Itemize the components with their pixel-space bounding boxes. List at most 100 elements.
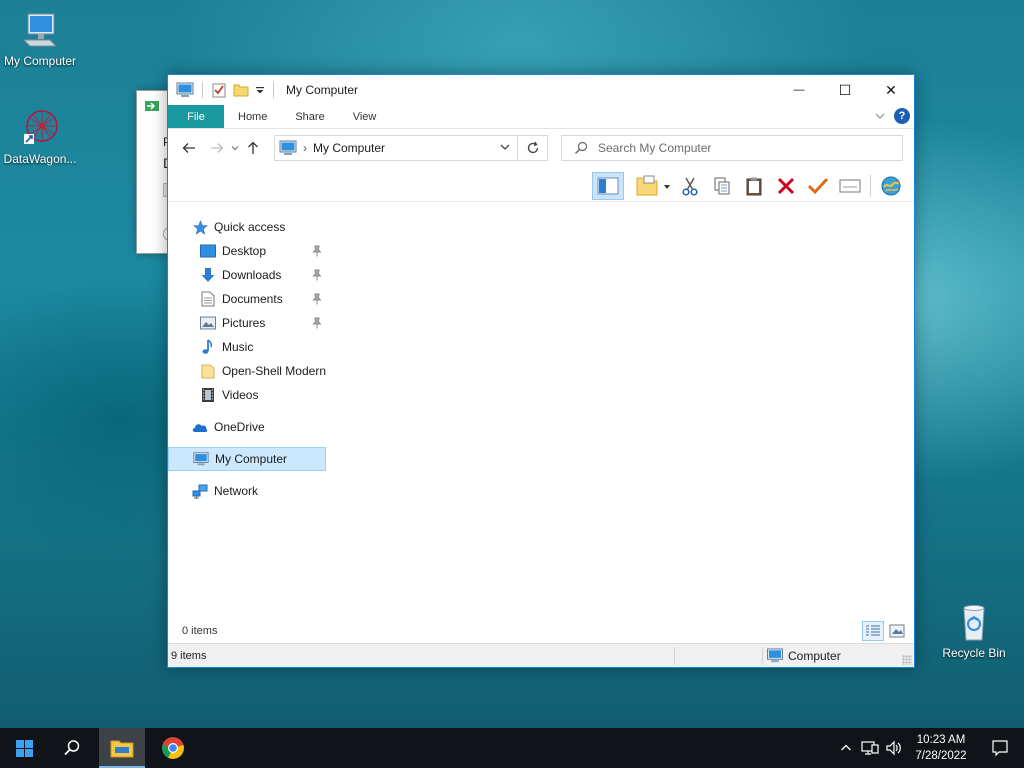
nav-item-label: Music bbox=[222, 340, 254, 354]
nav-item-videos[interactable]: Videos bbox=[168, 383, 326, 407]
recycle-bin-icon bbox=[963, 605, 985, 641]
nav-item-label: Documents bbox=[222, 292, 283, 306]
large-icons-view-button[interactable] bbox=[886, 621, 908, 641]
tab-home[interactable]: Home bbox=[224, 105, 281, 128]
nav-item-music[interactable]: Music bbox=[168, 335, 326, 359]
document-icon bbox=[201, 291, 215, 307]
nav-onedrive[interactable]: OneDrive bbox=[168, 415, 326, 439]
ribbon-tabs: File Home Share View ? bbox=[168, 105, 914, 129]
taskbar-chrome[interactable] bbox=[149, 728, 197, 768]
taskbar-file-explorer[interactable] bbox=[99, 728, 145, 768]
chrome-icon bbox=[162, 737, 184, 759]
clock-time: 10:23 AM bbox=[916, 734, 966, 746]
content-items-count: 0 items bbox=[182, 625, 218, 637]
details-view-icon bbox=[866, 625, 880, 636]
quick-access-toolbar bbox=[176, 82, 276, 98]
back-arrow-icon bbox=[182, 143, 195, 153]
nav-network[interactable]: Network bbox=[168, 479, 326, 503]
details-view-button[interactable] bbox=[862, 621, 884, 641]
new-folder-menu-button[interactable] bbox=[632, 172, 674, 200]
minimize-button[interactable]: — bbox=[776, 75, 822, 105]
nav-item-documents[interactable]: Documents bbox=[168, 287, 326, 311]
nav-quick-access[interactable]: Quick access bbox=[168, 215, 326, 239]
breadcrumb-separator[interactable]: › bbox=[303, 141, 307, 155]
breadcrumb-location[interactable]: My Computer bbox=[313, 141, 385, 155]
desktop-icon-my-computer[interactable]: My Computer bbox=[0, 10, 80, 68]
folder-icon bbox=[201, 364, 215, 379]
tab-share[interactable]: Share bbox=[281, 105, 338, 128]
volume-tray-button[interactable] bbox=[882, 728, 906, 768]
pin-icon[interactable] bbox=[312, 317, 322, 329]
download-arrow-icon bbox=[201, 268, 215, 282]
forward-button[interactable] bbox=[206, 137, 228, 159]
search-box[interactable] bbox=[561, 135, 903, 161]
large-icons-view-icon bbox=[889, 624, 905, 638]
desktop-icon-label: Recycle Bin bbox=[942, 646, 1006, 660]
close-button[interactable]: ✕ bbox=[868, 75, 914, 105]
search-icon bbox=[64, 740, 80, 756]
nav-item-label: Open-Shell Modern bbox=[221, 364, 326, 378]
network-tray-button[interactable] bbox=[858, 728, 882, 768]
clipboard-icon bbox=[746, 177, 762, 196]
address-dropdown-icon[interactable] bbox=[499, 140, 511, 154]
address-bar[interactable]: › My Computer bbox=[274, 135, 518, 161]
maximize-button[interactable]: ☐ bbox=[822, 75, 868, 105]
pin-icon[interactable] bbox=[312, 293, 322, 305]
desktop-icon-datawagon[interactable]: DataWagon... bbox=[0, 108, 80, 166]
pin-icon[interactable] bbox=[312, 245, 322, 257]
address-row: › My Computer bbox=[168, 129, 914, 167]
nav-item-desktop[interactable]: Desktop bbox=[168, 239, 326, 263]
nav-item-open-shell-modern[interactable]: Open-Shell Modern bbox=[168, 359, 326, 383]
help-icon[interactable]: ? bbox=[894, 108, 910, 124]
customize-dropdown-icon[interactable] bbox=[255, 82, 265, 98]
speaker-icon bbox=[886, 740, 901, 756]
forward-arrow-icon bbox=[211, 143, 224, 153]
properties-button[interactable] bbox=[802, 172, 834, 200]
clock[interactable]: 10:23 AM 7/28/2022 bbox=[906, 732, 976, 764]
delete-button[interactable] bbox=[770, 172, 802, 200]
clock-date: 7/28/2022 bbox=[915, 750, 967, 762]
copy-button[interactable] bbox=[706, 172, 738, 200]
checkmark-icon bbox=[807, 177, 829, 195]
pin-icon[interactable] bbox=[312, 269, 322, 281]
taskbar-search-button[interactable] bbox=[48, 728, 96, 768]
internet-options-button[interactable] bbox=[875, 172, 907, 200]
file-explorer-window[interactable]: My Computer — ☐ ✕ File Home Share View ? bbox=[167, 74, 915, 668]
up-button[interactable] bbox=[242, 137, 264, 159]
resize-grip[interactable] bbox=[902, 655, 912, 665]
nav-item-label: My Computer bbox=[215, 452, 288, 466]
recent-locations-button[interactable] bbox=[228, 137, 242, 159]
action-center-button[interactable] bbox=[976, 728, 1024, 768]
expand-ribbon-icon[interactable] bbox=[874, 110, 886, 122]
delete-x-icon bbox=[777, 177, 795, 195]
desktop-icon-label: My Computer bbox=[3, 54, 77, 68]
back-button[interactable] bbox=[178, 137, 200, 159]
paste-button[interactable] bbox=[738, 172, 770, 200]
cut-button[interactable] bbox=[674, 172, 706, 200]
scissors-icon bbox=[682, 177, 698, 196]
nav-item-label: Videos bbox=[222, 388, 259, 402]
refresh-icon bbox=[527, 141, 538, 154]
show-hidden-icons-button[interactable] bbox=[834, 728, 858, 768]
nav-item-label: Downloads bbox=[222, 268, 282, 282]
tab-file[interactable]: File bbox=[168, 105, 224, 128]
nav-item-downloads[interactable]: Downloads bbox=[168, 263, 326, 287]
new-folder-icon[interactable] bbox=[233, 82, 249, 98]
cloud-icon bbox=[192, 424, 208, 432]
pictures-icon bbox=[200, 316, 216, 330]
nav-item-label: Network bbox=[214, 484, 259, 498]
start-button[interactable] bbox=[0, 728, 48, 768]
nav-my-computer[interactable]: My Computer bbox=[168, 447, 326, 471]
navigation-pane: Quick access Desktop Downloads Documents… bbox=[168, 215, 326, 503]
window-title: My Computer bbox=[286, 83, 359, 97]
navigation-pane-toggle-button[interactable] bbox=[592, 172, 624, 200]
search-input[interactable] bbox=[598, 141, 898, 155]
nav-item-label: Desktop bbox=[222, 244, 267, 258]
nav-item-pictures[interactable]: Pictures bbox=[168, 311, 326, 335]
desktop-icon-recycle-bin[interactable]: Recycle Bin bbox=[934, 602, 1014, 660]
properties-icon[interactable] bbox=[211, 82, 227, 98]
title-bar[interactable]: My Computer — ☐ ✕ bbox=[168, 75, 914, 105]
tab-view[interactable]: View bbox=[339, 105, 391, 128]
email-button[interactable] bbox=[834, 172, 866, 200]
refresh-button[interactable] bbox=[518, 135, 548, 161]
